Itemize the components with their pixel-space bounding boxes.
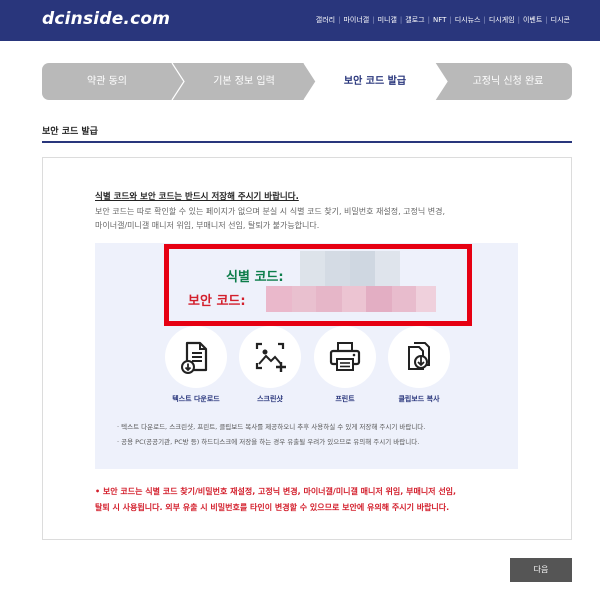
screenshot-icon [255,342,286,372]
notice-line: 마이너갤/미니갤 매니저 위임, 부매니저 선임, 탈퇴가 불가능합니다. [95,221,320,230]
clipboard-copy-label: 클립보드 복사 [398,395,440,403]
nav-separator: | [545,16,548,24]
site-logo[interactable]: dcinside.com [42,9,170,29]
list-item: · 공용 PC(공공기관, PC방 등) 하드디스크에 저장을 하는 경우 유출… [117,438,420,446]
text-download-label: 텍스트 다운로드 [172,395,220,403]
top-navigation: 갤러리 | 마이너갤 | 미니갤 | 갤로그 | NFT | 디시뉴스 | 디시게임 | 이벤… [316,16,570,25]
nav-separator: | [372,16,375,24]
screenshot-button[interactable]: 스크린샷 [235,326,305,404]
nav-minor-gallery[interactable]: 마이너갤 [343,16,369,25]
nav-dccon[interactable]: 디시콘 [551,16,570,25]
section-title: 보안 코드 발급 [42,127,98,137]
clipboard-circle [388,326,450,388]
screenshot-circle [239,326,301,388]
nav-gallery[interactable]: 갤러리 [316,16,335,25]
next-button[interactable]: 다음 [510,558,572,582]
text-download-icon [181,341,208,374]
warning-line: 탈퇴 시 사용됩니다. 외부 유출 시 비밀번호를 타인이 변경할 수 있으므로… [95,503,450,512]
section-divider [42,141,572,143]
step-complete: 고정닉 신청 완료 [472,76,544,87]
print-button[interactable]: 프린트 [310,326,380,404]
security-code-label: 보안 코드: [188,294,246,309]
notice-text: 보안 코드는 따로 확인할 수 있는 페이지가 없으며 분실 시 식별 코드 찾… [95,205,515,233]
nav-separator: | [517,16,520,24]
warning-line: • 보안 코드는 식별 코드 찾기/비밀번호 재설정, 고정닉 변경, 마이너갤… [95,487,457,496]
nav-separator: | [338,16,341,24]
nav-mini-gallery[interactable]: 미니갤 [378,16,397,25]
signup-steps: 약관 동의 기본 정보 입력 보안 코드 발급 고정닉 신청 완료 [42,63,572,100]
notice-line: 보안 코드는 따로 확인할 수 있는 페이지가 없으며 분실 시 식별 코드 찾… [95,207,446,216]
clipboard-icon [408,342,430,370]
site-header: dcinside.com 갤러리 | 마이너갤 | 미니갤 | 갤로그 | NFT | 디… [0,0,600,41]
nav-dcnews[interactable]: 디시뉴스 [455,16,481,25]
save-guidance-list: · 텍스트 다운로드, 스크린샷, 프린트, 클립보드 복사를 제공하오니 추후… [117,420,512,450]
identification-code-value-blurred [300,251,400,287]
text-download-circle [165,326,227,388]
screenshot-label: 스크린샷 [257,395,283,403]
security-warning: • 보안 코드는 식별 코드 찾기/비밀번호 재설정, 고정닉 변경, 마이너갤… [95,484,525,516]
nav-event[interactable]: 이벤트 [523,16,542,25]
notice-title: 식별 코드와 보안 코드는 반드시 저장해 주시기 바랍니다. [95,192,299,202]
step-basic-info: 기본 정보 입력 [213,76,275,87]
printer-icon [329,342,361,371]
text-download-button[interactable]: 텍스트 다운로드 [161,326,231,404]
print-circle [314,326,376,388]
nav-dcgame[interactable]: 디시게임 [489,16,515,25]
step-terms: 약관 동의 [87,76,127,87]
print-label: 프린트 [335,395,355,403]
nav-separator: | [427,16,430,24]
nav-gallog[interactable]: 갤로그 [405,16,424,25]
nav-separator: | [483,16,486,24]
list-item: · 텍스트 다운로드, 스크린샷, 프린트, 클립보드 복사를 제공하오니 추후… [117,423,426,431]
clipboard-copy-button[interactable]: 클립보드 복사 [384,326,454,404]
nav-separator: | [449,16,452,24]
nav-separator: | [399,16,403,24]
security-code-value-blurred [266,286,436,312]
nav-nft[interactable]: NFT [433,16,446,25]
identification-code-label: 식별 코드: [226,270,284,285]
step-security-code: 보안 코드 발급 [343,76,407,87]
